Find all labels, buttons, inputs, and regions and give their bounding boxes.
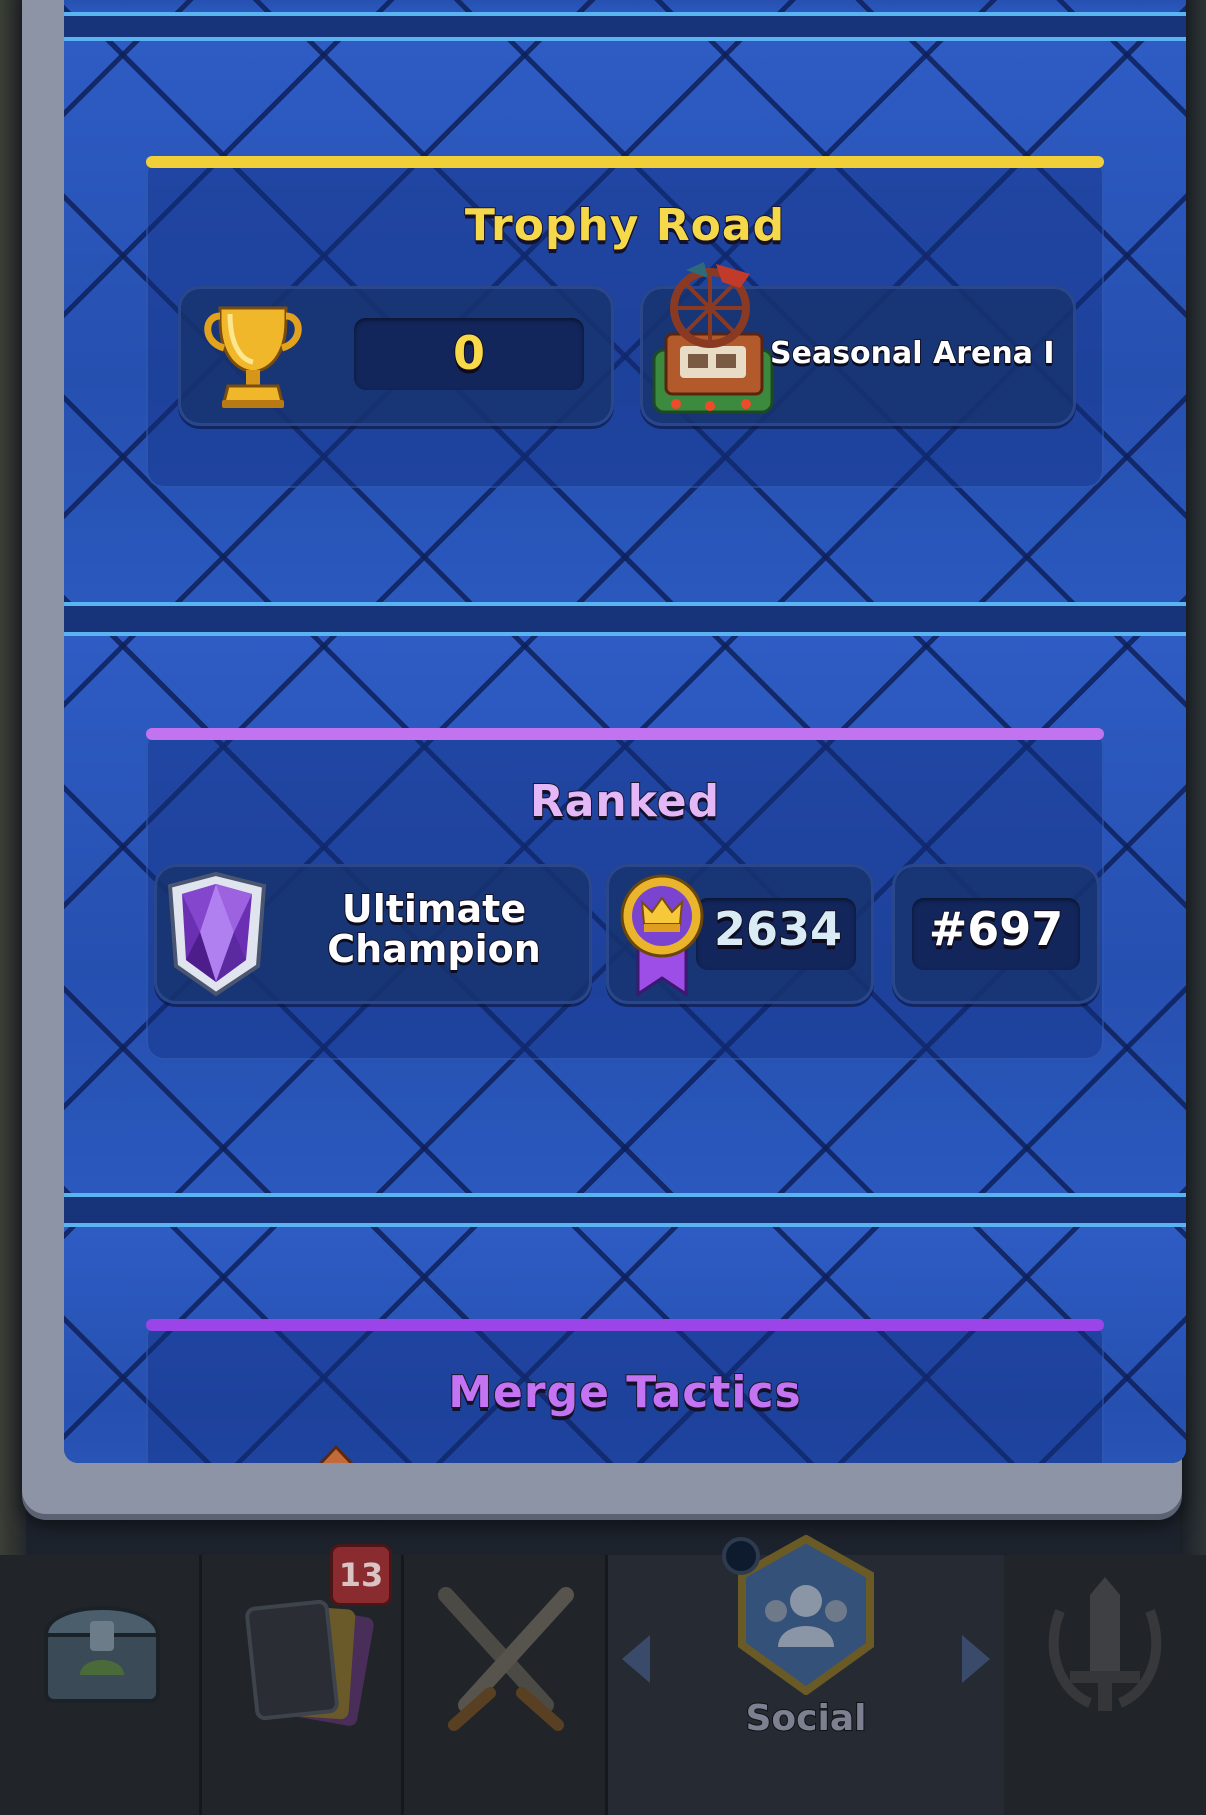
arena-slot[interactable]: Seasonal Arena I (640, 262, 1076, 426)
nav-tab-battle[interactable] (404, 1555, 608, 1815)
trophy-count-slot[interactable]: 0 (178, 286, 614, 426)
trophy-road-section: Trophy Road 0 Seasonal Arena I (64, 37, 1186, 606)
league-slot[interactable]: Ultimate Champion (154, 864, 592, 1004)
nav-tab-clan-wars[interactable] (1004, 1555, 1206, 1815)
nav-tab-social[interactable]: Social (608, 1535, 1004, 1815)
ranked-section: Ranked Ultimate Champion 2634 #697 (64, 632, 1186, 1197)
profile-panel: Trophy Road 0 Seasonal Arena I Ranked Ul… (22, 0, 1186, 1514)
ultimate-champion-badge-icon (167, 871, 267, 997)
arena-name: Seasonal Arena I (769, 335, 1056, 372)
cards-notification-badge: 13 (330, 1544, 392, 1606)
seasonal-arena-icon (652, 262, 774, 414)
notification-dot (722, 1537, 760, 1575)
ranked-card: Ranked Ultimate Champion 2634 #697 (146, 728, 1104, 1060)
chest-icon (43, 1606, 161, 1703)
section-divider (64, 606, 1186, 632)
nav-right-arrow-icon[interactable] (962, 1635, 990, 1683)
previous-section-edge (64, 0, 1186, 16)
nav-tab-shop[interactable] (0, 1555, 202, 1815)
nav-left-arrow-icon[interactable] (622, 1635, 650, 1683)
clan-wars-icon (1048, 1577, 1162, 1711)
ranked-bar (146, 728, 1104, 740)
league-name-line1: Ultimate (341, 887, 527, 931)
profile-panel-content[interactable]: Trophy Road 0 Seasonal Arena I Ranked Ul… (64, 0, 1186, 1463)
nav-social-label: Social (745, 1697, 868, 1740)
ranked-title: Ranked (529, 775, 721, 828)
bottom-navigation: Social (0, 1535, 1206, 1815)
section-divider (64, 1197, 1186, 1223)
trophy-icon (204, 306, 302, 408)
crown-medal-icon (620, 874, 704, 996)
cards-icon (245, 1599, 374, 1726)
trophy-road-bar (146, 156, 1104, 168)
merge-tactics-section: Merge Tactics (64, 1223, 1186, 1463)
trophy-road-card: Trophy Road 0 Seasonal Arena I (146, 156, 1104, 488)
trophy-count-value: 0 (452, 325, 486, 381)
merge-tactics-bar (146, 1319, 1104, 1331)
rating-slot[interactable]: 2634 (606, 864, 874, 1004)
league-name-line2: Champion (326, 927, 542, 971)
rank-value: #697 (928, 901, 1065, 957)
trophy-road-title: Trophy Road (464, 199, 786, 252)
merge-tactics-title: Merge Tactics (447, 1366, 802, 1419)
rating-value: 2634 (713, 901, 843, 957)
merge-tactics-card: Merge Tactics (146, 1319, 1104, 1463)
merge-tactics-emblem-icon (318, 1444, 354, 1463)
rank-slot[interactable]: #697 (892, 864, 1100, 1004)
battle-swords-icon (438, 1587, 574, 1731)
